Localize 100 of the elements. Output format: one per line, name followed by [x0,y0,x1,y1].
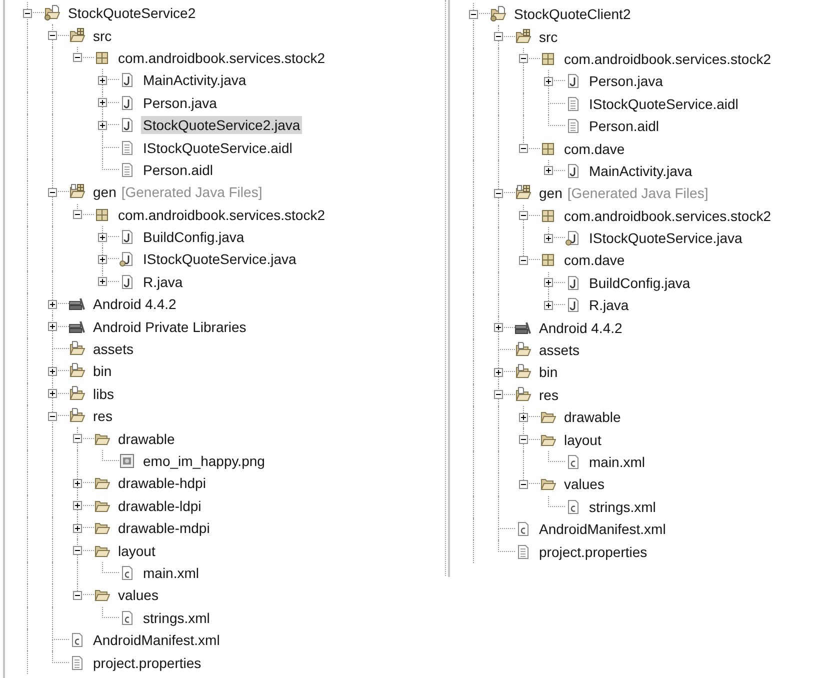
expander-button[interactable] [494,390,503,400]
tree-item[interactable]: com.dave [562,140,627,158]
tree-item[interactable]: project.properties [537,542,650,561]
plus-icon [496,325,501,330]
tree-item[interactable]: BuildConfig.java [141,228,246,246]
tree-item[interactable]: values [562,475,606,494]
expander-button[interactable] [544,300,553,310]
expander-button[interactable] [73,524,82,533]
tree-item[interactable]: Person.java [587,72,665,90]
expander-button[interactable] [73,478,82,488]
tree-item[interactable]: Android Private Libraries [91,318,248,336]
expander-button[interactable] [519,144,528,154]
expander-button[interactable] [98,254,107,264]
tree-item[interactable]: strings.xml [141,608,212,627]
tree-item[interactable]: AndroidManifest.xml [91,631,222,650]
tree-item[interactable]: Person.aidl [587,117,662,136]
tree-item[interactable]: IStockQuoteService.java [141,250,298,268]
tree-item[interactable]: bin [91,362,114,380]
expander-button[interactable] [494,323,503,332]
tree-item[interactable]: StockQuoteService2.java [141,116,302,134]
tree-item[interactable]: layout [562,430,604,449]
expander-button[interactable] [73,434,82,444]
expander-button[interactable] [73,53,82,62]
tree-item[interactable]: drawable-mdpi [116,519,212,538]
tree-item[interactable]: IStockQuoteService.java [587,229,744,248]
expander-button[interactable] [48,389,57,398]
tree-item[interactable]: layout [116,542,158,560]
expander-button[interactable] [544,278,553,288]
plus-icon [75,526,80,531]
tree-item[interactable]: main.xml [141,564,202,582]
tree-item[interactable]: com.androidbook.services.stock2 [562,206,773,225]
expander-button[interactable] [544,234,553,243]
xml-file-icon [119,564,135,581]
expander-button[interactable] [73,590,82,600]
expander-button[interactable] [98,76,107,85]
tree-item[interactable]: StockQuoteService2 [66,4,198,22]
tree-item[interactable]: gen [537,184,564,202]
expander-button[interactable] [519,211,528,220]
tree-item[interactable]: com.androidbook.services.stock2 [116,48,327,67]
tree-item[interactable]: Person.aidl [141,160,216,179]
tree-item[interactable]: gen [91,183,118,202]
tree-item[interactable]: IStockQuoteService.aidl [141,138,294,157]
tree-item[interactable]: assets [91,340,136,358]
tree-item[interactable]: strings.xml [587,498,658,516]
tree-item[interactable]: com.androidbook.services.stock2 [116,206,327,224]
tree-item[interactable]: res [537,386,560,404]
expander-button[interactable] [23,8,32,18]
tree-item[interactable]: src [537,28,560,46]
expander-button[interactable] [519,435,528,444]
tree-item[interactable]: emo_im_happy.png [141,452,267,470]
expander-button[interactable] [98,232,107,242]
expander-button[interactable] [544,166,553,176]
expander-button[interactable] [48,412,57,421]
tree-item[interactable]: project.properties [91,654,204,672]
expander-button[interactable] [469,10,478,19]
tree-item[interactable]: Android 4.4.2 [537,318,624,337]
expander-button[interactable] [73,501,82,510]
tree-item[interactable]: R.java [587,296,631,314]
tree-item[interactable]: assets [537,341,582,360]
expander-button[interactable] [73,546,82,556]
tree-item[interactable]: R.java [141,272,185,291]
tree-item[interactable]: libs [91,384,116,403]
tree-item[interactable]: drawable-ldpi [116,496,204,515]
tree-item[interactable]: res [91,407,114,426]
tree-item[interactable]: com.dave [562,251,627,270]
tree-item[interactable]: AndroidManifest.xml [537,520,668,538]
expander-button[interactable] [48,31,57,40]
expander-button[interactable] [519,256,528,265]
tree-item[interactable]: IStockQuoteService.aidl [587,94,740,113]
tree-item[interactable]: main.xml [587,453,648,471]
tree-item[interactable]: MainActivity.java [141,71,248,90]
folder-icon [94,520,110,536]
expander-button[interactable] [48,300,57,309]
expander-button[interactable] [48,366,57,376]
tree-item[interactable]: MainActivity.java [587,162,694,180]
tree-item[interactable]: bin [537,363,560,382]
expander-button[interactable] [494,188,503,198]
expander-button[interactable] [98,277,107,286]
tree-item[interactable]: Android 4.4.2 [91,295,178,314]
expander-button[interactable] [544,76,553,86]
tree-item[interactable]: BuildConfig.java [587,274,692,292]
tree-item[interactable]: drawable [116,430,177,448]
plus-icon [546,168,551,174]
expander-button[interactable] [48,322,57,332]
expander-button[interactable] [519,54,528,64]
expander-button[interactable] [494,368,503,377]
tree-item[interactable]: com.androidbook.services.stock2 [562,50,773,68]
tree-item[interactable]: StockQuoteClient2 [512,5,633,24]
expander-button[interactable] [494,32,503,42]
expander-button[interactable] [98,120,107,130]
expander-button[interactable] [48,188,57,197]
expander-button[interactable] [519,412,528,422]
tree-item[interactable]: drawable [562,408,623,426]
expander-button[interactable] [519,480,528,489]
tree-item[interactable]: values [116,586,160,604]
tree-item[interactable]: Person.java [141,94,219,112]
expander-button[interactable] [98,98,107,108]
tree-item[interactable]: src [91,26,114,45]
tree-item[interactable]: drawable-hdpi [116,474,208,492]
expander-button[interactable] [73,210,82,220]
